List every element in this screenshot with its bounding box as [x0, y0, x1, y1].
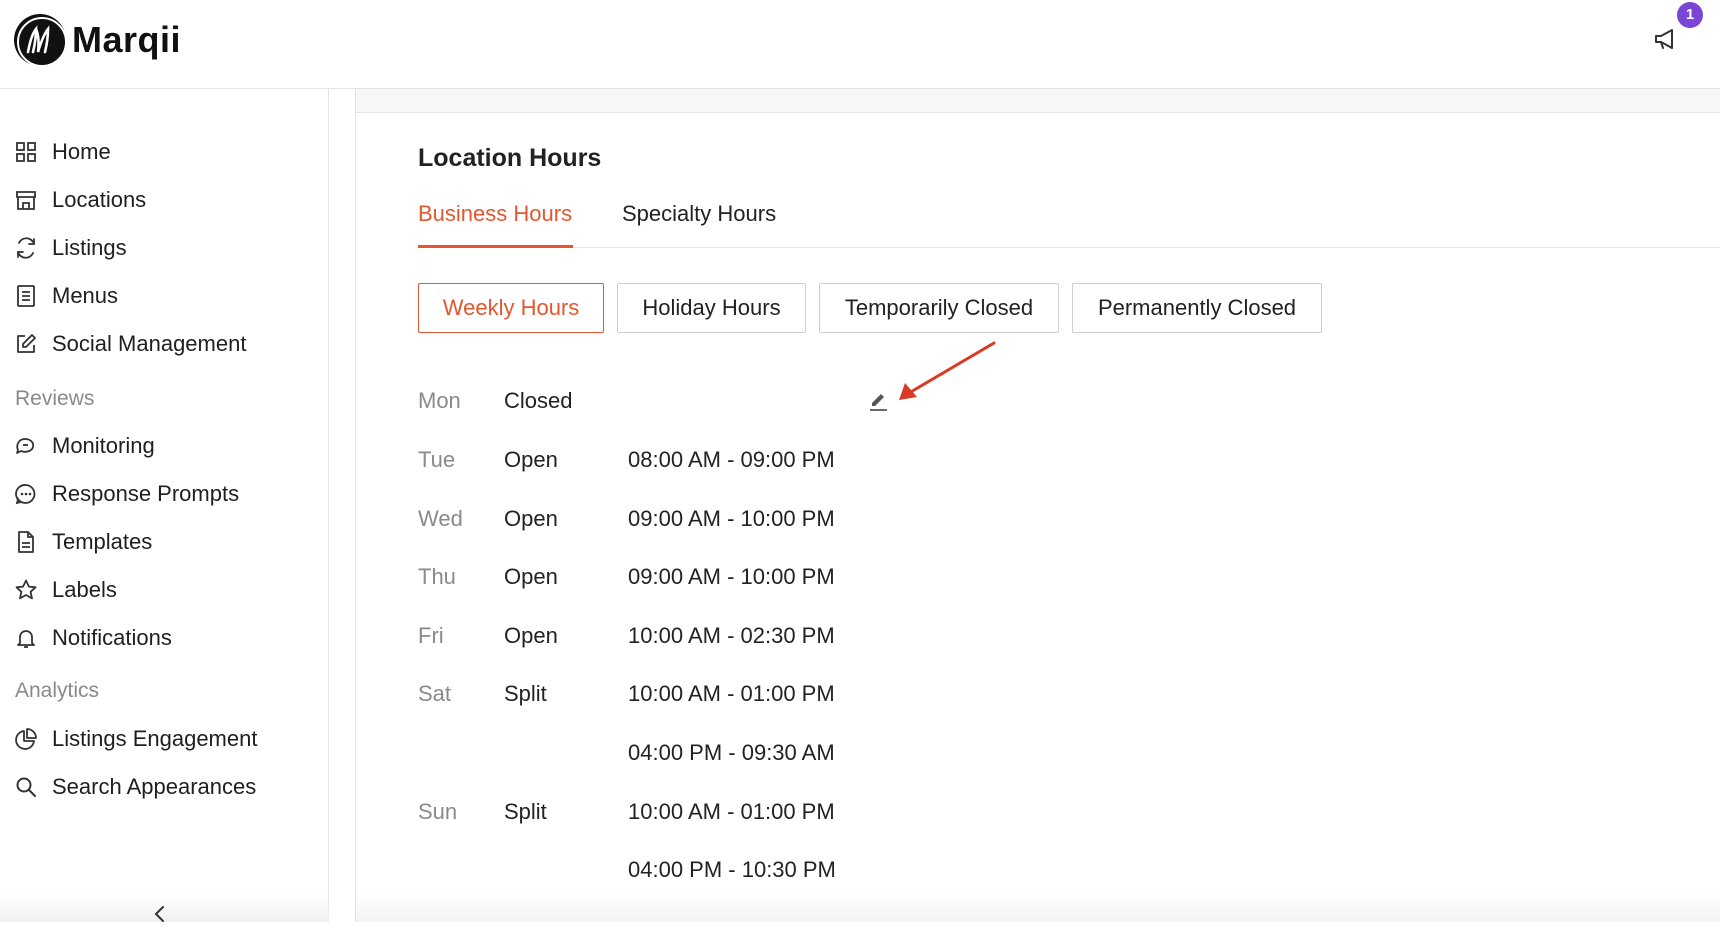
day-label: Mon — [418, 388, 461, 413]
temporarily-closed-button[interactable]: Temporarily Closed — [819, 283, 1059, 333]
sidebar-item-listings[interactable]: Listings — [14, 228, 127, 268]
day-status: Open — [504, 623, 558, 648]
chevron-left-icon[interactable] — [150, 904, 170, 924]
sidebar-item-social-management[interactable]: Social Management — [14, 324, 246, 364]
hours-tabs: Business Hours Specialty Hours — [418, 201, 1720, 248]
weekly-hours-button[interactable]: Weekly Hours — [418, 283, 604, 333]
search-icon — [14, 775, 38, 799]
day-label: Thu — [418, 564, 456, 589]
sidebar-item-label: Home — [52, 139, 111, 164]
sidebar-item-label: Templates — [52, 529, 153, 554]
sidebar-item-label: Response Prompts — [52, 481, 240, 506]
day-label: Fri — [418, 623, 444, 648]
day-label: Sat — [418, 681, 452, 706]
sidebar-item-label: Search Appearances — [52, 774, 257, 799]
sidebar-item-search-appearances[interactable]: Search Appearances — [14, 767, 256, 807]
sidebar-item-monitoring[interactable]: Monitoring — [14, 426, 155, 466]
main-content: Location Hours Business Hours Specialty … — [355, 89, 1720, 922]
time-range: 04:00 PM - 09:30 AM — [628, 740, 835, 765]
content-fade — [356, 892, 1720, 922]
day-status: Closed — [504, 388, 573, 413]
sidebar-item-label: Notifications — [52, 625, 172, 650]
time-range: 10:00 AM - 01:00 PM — [628, 681, 835, 706]
day-status: Split — [504, 799, 547, 824]
tab-specialty-hours[interactable]: Specialty Hours — [622, 201, 792, 248]
notification-count-badge: 1 — [1677, 2, 1703, 28]
top-bar: Marqii 1 — [0, 0, 1720, 89]
section-label-reviews: Reviews — [15, 387, 95, 410]
day-status: Open — [504, 447, 558, 472]
refresh-icon — [14, 236, 38, 260]
menu-doc-icon — [14, 284, 38, 308]
time-range: 10:00 AM - 01:00 PM — [628, 799, 835, 824]
sidebar-item-menus[interactable]: Menus — [14, 276, 118, 316]
logo-mark-icon — [14, 14, 67, 67]
brand-logo[interactable]: Marqii — [14, 14, 182, 67]
time-range: 10:00 AM - 02:30 PM — [628, 623, 835, 648]
sidebar-item-listings-engagement[interactable]: Listings Engagement — [14, 719, 257, 759]
page-title: Location Hours — [418, 144, 602, 172]
sidebar-item-label: Labels — [52, 577, 117, 602]
pencil-edit-icon[interactable] — [866, 389, 890, 413]
holiday-hours-button[interactable]: Holiday Hours — [617, 283, 806, 333]
permanently-closed-button[interactable]: Permanently Closed — [1072, 283, 1322, 333]
brand-name: Marqii — [72, 19, 182, 60]
chat-bubbles-icon — [14, 434, 38, 458]
section-label-analytics: Analytics — [15, 679, 100, 702]
day-label: Wed — [418, 506, 463, 531]
day-status: Open — [504, 506, 558, 531]
grid-icon — [14, 140, 38, 164]
star-icon — [14, 578, 38, 602]
storefront-icon — [14, 188, 38, 212]
time-range: 09:00 AM - 10:00 PM — [628, 564, 835, 589]
sidebar: Home Locations Listings Menus Social Man… — [0, 89, 329, 922]
sidebar-item-response-prompts[interactable]: Response Prompts — [14, 474, 239, 514]
sidebar-item-notifications[interactable]: Notifications — [14, 618, 172, 658]
sidebar-item-labels[interactable]: Labels — [14, 570, 117, 610]
sidebar-item-label: Listings — [52, 235, 127, 260]
day-status: Split — [504, 681, 547, 706]
sidebar-item-label: Listings Engagement — [52, 726, 258, 751]
bell-icon — [14, 626, 38, 650]
chat-dots-icon — [14, 482, 38, 506]
sidebar-item-label: Monitoring — [52, 433, 155, 458]
sidebar-item-label: Menus — [52, 283, 119, 308]
megaphone-icon[interactable] — [1652, 26, 1682, 52]
content-header-strip — [356, 89, 1720, 113]
pie-chart-icon — [14, 727, 38, 751]
document-icon — [14, 530, 38, 554]
sidebar-item-label: Locations — [52, 187, 147, 212]
sidebar-item-label: Social Management — [52, 331, 247, 356]
day-status: Open — [504, 564, 558, 589]
tab-business-hours[interactable]: Business Hours — [418, 201, 573, 248]
time-range: 04:00 PM - 10:30 PM — [628, 857, 836, 882]
time-range: 08:00 AM - 09:00 PM — [628, 447, 835, 472]
day-label: Sun — [418, 799, 458, 824]
sidebar-item-templates[interactable]: Templates — [14, 522, 152, 562]
edit-square-icon — [14, 332, 38, 356]
sidebar-item-locations[interactable]: Locations — [14, 180, 146, 220]
annotation-arrow — [891, 339, 1001, 409]
time-range: 09:00 AM - 10:00 PM — [628, 506, 835, 531]
day-label: Tue — [418, 447, 456, 472]
sidebar-item-home[interactable]: Home — [14, 132, 111, 172]
